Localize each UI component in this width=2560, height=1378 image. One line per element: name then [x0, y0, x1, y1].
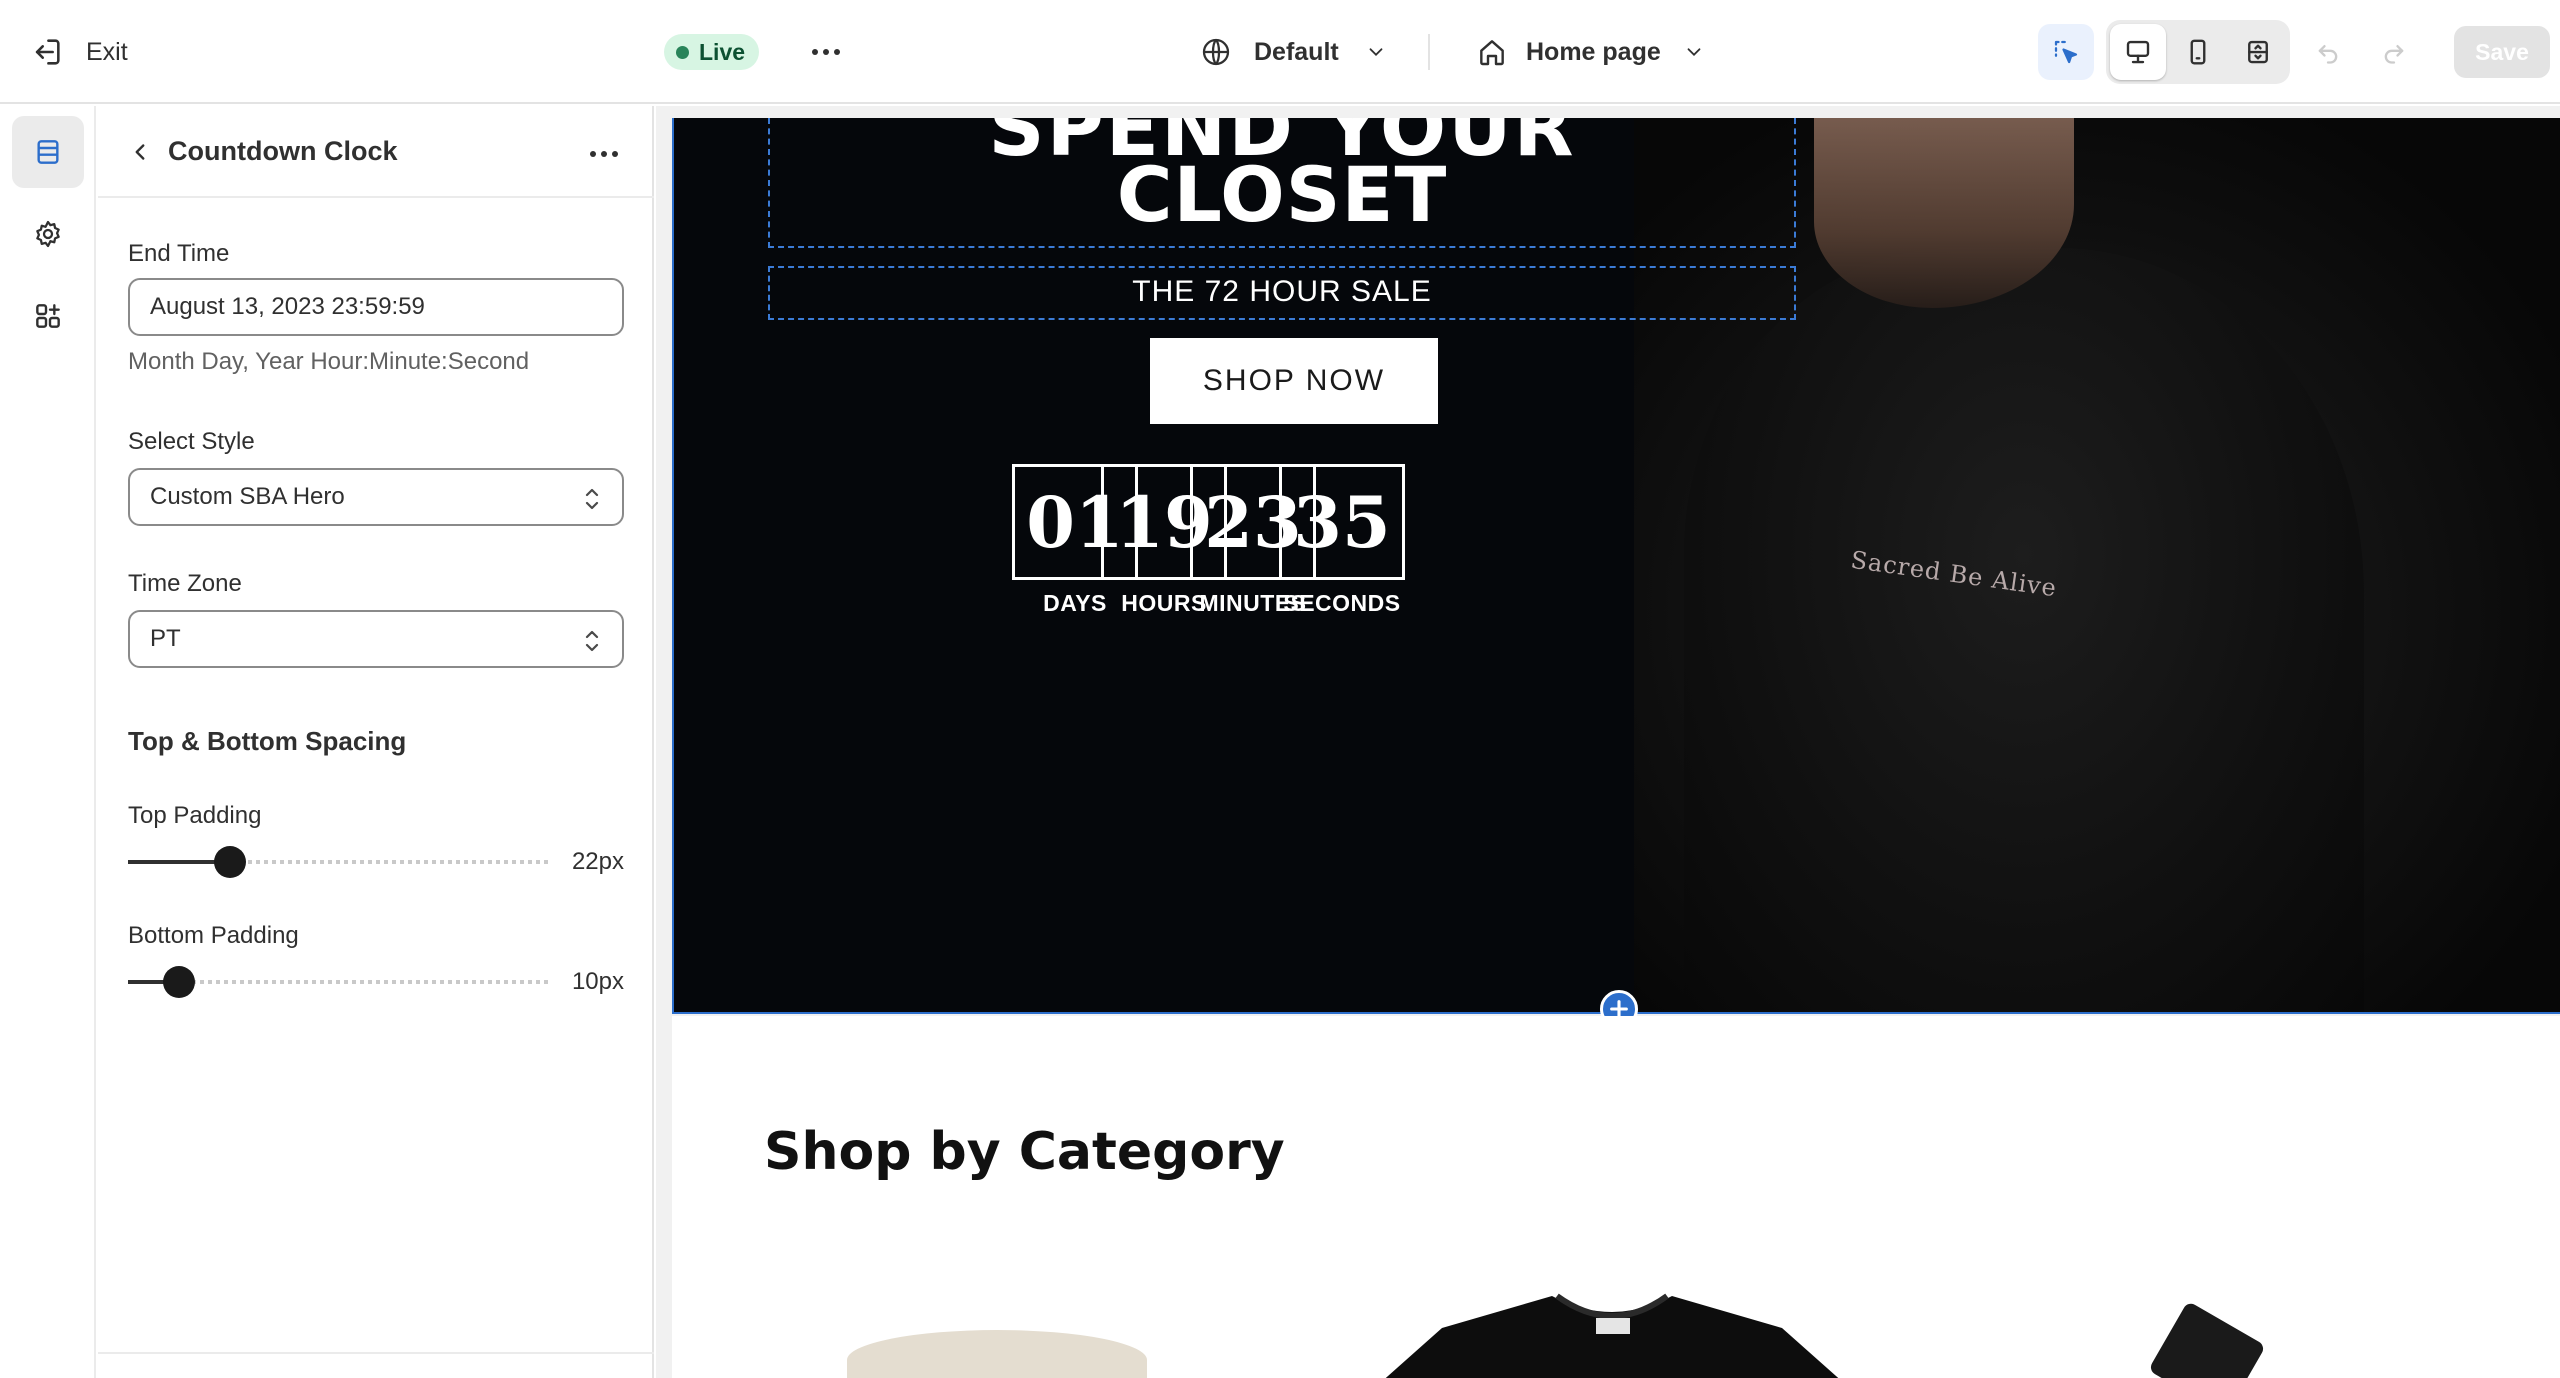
live-dot [676, 45, 689, 59]
category-image-shorts[interactable] [847, 1330, 1147, 1378]
back-button[interactable] [120, 132, 160, 172]
end-time-help: Month Day, Year Hour:Minute:Second [128, 348, 530, 375]
chevron-left-icon [135, 144, 145, 160]
select-style-value: Custom SBA Hero [150, 483, 345, 510]
time-zone-dropdown[interactable]: PT [128, 610, 624, 668]
fullscreen-icon [2248, 40, 2268, 64]
end-time-input[interactable] [128, 278, 624, 336]
end-time-label: End Time [128, 240, 230, 267]
sections-icon [37, 140, 59, 164]
more-dot [601, 151, 607, 157]
spacing-heading: Top & Bottom Spacing [128, 726, 407, 756]
bottom-padding-value: 10px [571, 968, 624, 995]
settings-panel: Countdown Clock End Time Month Day, Year… [98, 106, 654, 1378]
apps-tab[interactable] [12, 280, 84, 352]
top-padding-label: Top Padding [128, 802, 262, 829]
select-style-label: Select Style [128, 428, 255, 455]
bottom-padding-label: Bottom Padding [128, 922, 299, 949]
top-bar: Exit Live Default Home page Save [0, 0, 2560, 104]
countdown-label: SECONDS [1283, 590, 1401, 616]
theme-selector[interactable]: Default [1200, 30, 1387, 74]
page-selector[interactable]: Home page [1476, 30, 1705, 74]
top-padding-slider[interactable] [128, 846, 552, 878]
more-actions-button[interactable] [806, 34, 846, 70]
globe-icon [1202, 38, 1230, 66]
panel-title: Countdown Clock [168, 136, 398, 166]
redo-button[interactable] [2376, 34, 2412, 70]
select-style-dropdown[interactable]: Custom SBA Hero [128, 468, 624, 526]
left-rail [0, 106, 96, 1378]
slider-thumb[interactable] [163, 966, 195, 998]
time-zone-value: PT [150, 625, 181, 652]
undo-button[interactable] [2310, 34, 2346, 70]
divider [1428, 34, 1430, 70]
block-more-button[interactable] [584, 136, 624, 172]
mobile-view-button[interactable] [2170, 24, 2226, 80]
page-label: Home page [1526, 37, 1661, 66]
more-dot [834, 49, 840, 55]
undo-icon [2318, 45, 2338, 64]
cursor-select-icon [2054, 40, 2078, 64]
desktop-icon [2126, 40, 2150, 64]
category-image-accessory[interactable] [2148, 1300, 2266, 1378]
shop-now-button[interactable]: SHOP NOW [1150, 338, 1438, 424]
hero-subtitle[interactable]: THE 72 HOUR SALE [768, 266, 1796, 320]
exit-button[interactable]: Exit [30, 28, 128, 76]
select-arrows-icon [585, 630, 599, 652]
save-button[interactable]: Save [2454, 26, 2550, 78]
hero-title: CLOSET [1116, 150, 1448, 239]
theme-label: Default [1254, 37, 1339, 66]
home-icon [1480, 40, 1504, 66]
panel-header: Countdown Clock [98, 106, 654, 198]
countdown-value: 35 [1279, 464, 1405, 580]
theme-settings-tab[interactable] [12, 198, 84, 270]
hero-image-hoodie [1684, 248, 2364, 1012]
more-horizontal-icon [590, 151, 596, 157]
slider-thumb[interactable] [214, 846, 246, 878]
more-dot [612, 151, 618, 157]
category-image-tshirt[interactable] [1352, 1288, 1872, 1378]
shop-by-category-section[interactable]: Shop by Category [672, 1016, 2560, 1378]
fullscreen-view-button[interactable] [2230, 24, 2286, 80]
live-label: Live [699, 38, 746, 65]
bottom-padding-slider[interactable] [128, 966, 552, 998]
exit-label: Exit [86, 37, 128, 66]
gear-icon [36, 220, 60, 248]
select-arrows-icon [585, 488, 599, 510]
hero-section[interactable]: Sacred Be Alive SPEND YOUR CLOSET THE 72… [672, 118, 2560, 1014]
mobile-icon [2190, 39, 2206, 65]
desktop-view-button[interactable] [2110, 24, 2166, 80]
sections-tab[interactable] [12, 116, 84, 188]
chevron-down-icon [1369, 48, 1383, 57]
chevron-down-icon [1687, 48, 1701, 57]
exit-icon [35, 39, 60, 65]
apps-icon [36, 304, 60, 328]
more-dot [823, 49, 829, 55]
category-title: Shop by Category [764, 1122, 1285, 1182]
time-zone-label: Time Zone [128, 570, 242, 597]
live-status-badge: Live [664, 34, 760, 70]
more-horizontal-icon [812, 49, 818, 55]
inspector-toggle-button[interactable] [2038, 24, 2094, 80]
top-padding-value: 22px [571, 848, 624, 875]
redo-icon [2384, 45, 2404, 64]
store-preview: Sacred Be Alive SPEND YOUR CLOSET THE 72… [656, 106, 2560, 1378]
device-preview-group [2106, 20, 2290, 84]
panel-footer-divider [98, 1352, 654, 1354]
countdown-unit: 35 SECONDS [1279, 464, 1405, 617]
